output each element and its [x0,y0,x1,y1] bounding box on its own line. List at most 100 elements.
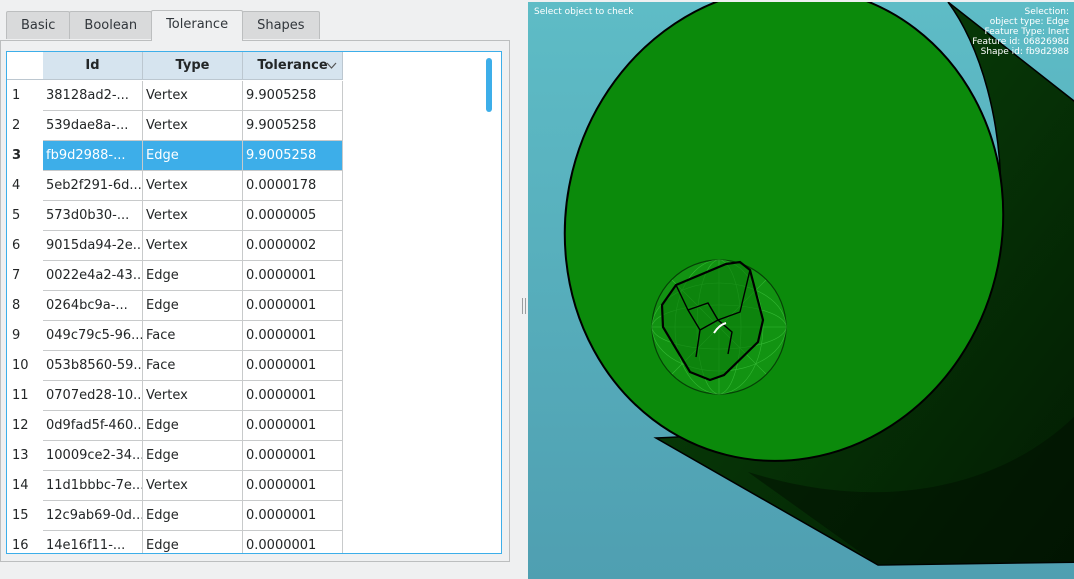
column-header-type[interactable]: Type [143,52,243,80]
cell-type[interactable]: Face [143,351,243,381]
tab-shapes[interactable]: Shapes [242,11,320,39]
cell-type[interactable]: Edge [143,141,243,171]
cell-tolerance[interactable]: 0.0000001 [243,531,343,553]
table-row[interactable]: 11 0707ed28-10... Vertex 0.0000001 [7,381,343,411]
cell-id[interactable]: 0707ed28-10... [43,381,143,411]
cell-id[interactable]: 5eb2f291-6d... [43,171,143,201]
cell-type[interactable]: Vertex [143,81,243,111]
table-row[interactable]: 14 11d1bbbc-7e... Vertex 0.0000001 [7,471,343,501]
splitter-handle[interactable] [520,0,528,579]
cell-tolerance[interactable]: 0.0000001 [243,291,343,321]
row-number[interactable]: 7 [7,261,43,291]
cell-tolerance[interactable]: 0.0000002 [243,231,343,261]
table-row[interactable]: 1 38128ad2-... Vertex 9.9005258 [7,81,343,111]
table-row[interactable]: 15 12c9ab69-0d... Edge 0.0000001 [7,501,343,531]
splitter-grip-icon [522,298,526,314]
cell-id[interactable]: 12c9ab69-0d... [43,501,143,531]
cell-tolerance[interactable]: 0.0000001 [243,471,343,501]
3d-scene[interactable] [528,2,1074,579]
table-row[interactable]: 3 fb9d2988-... Edge 9.9005258 [7,141,343,171]
cell-id[interactable]: 9015da94-2e... [43,231,143,261]
cell-tolerance[interactable]: 9.9005258 [243,111,343,141]
cell-tolerance[interactable]: 0.0000001 [243,441,343,471]
table-row[interactable]: 7 0022e4a2-43... Edge 0.0000001 [7,261,343,291]
cell-type[interactable]: Edge [143,501,243,531]
cell-id[interactable]: 38128ad2-... [43,81,143,111]
cell-id[interactable]: 0022e4a2-43... [43,261,143,291]
cell-id[interactable]: 11d1bbbc-7e... [43,471,143,501]
cell-tolerance[interactable]: 9.9005258 [243,81,343,111]
row-number[interactable]: 5 [7,201,43,231]
cell-type[interactable]: Vertex [143,471,243,501]
tab-boolean[interactable]: Boolean [69,11,153,39]
row-number[interactable]: 2 [7,111,43,141]
cell-tolerance[interactable]: 0.0000001 [243,351,343,381]
cell-tolerance[interactable]: 0.0000001 [243,411,343,441]
cell-type[interactable]: Vertex [143,381,243,411]
cell-type[interactable]: Edge [143,441,243,471]
row-number[interactable]: 15 [7,501,43,531]
column-header-id-label: Id [85,58,100,73]
table-row[interactable]: 13 10009ce2-34... Edge 0.0000001 [7,441,343,471]
cell-id[interactable]: 14e16f11-... [43,531,143,553]
cell-id[interactable]: 10009ce2-34... [43,441,143,471]
table-row[interactable]: 10 053b8560-59... Face 0.0000001 [7,351,343,381]
table-row[interactable]: 5 573d0b30-... Vertex 0.0000005 [7,201,343,231]
column-header-type-label: Type [175,58,210,73]
cell-type[interactable]: Face [143,321,243,351]
table-corner-header[interactable] [7,52,43,80]
row-number[interactable]: 3 [7,141,43,171]
cell-id[interactable]: 0264bc9a-... [43,291,143,321]
tab-basic[interactable]: Basic [6,11,71,39]
tolerance-table: Id Type Tolerance 1 38128ad2-... Vertex 9.9… [6,51,502,554]
cell-tolerance[interactable]: 0.0000001 [243,321,343,351]
row-number[interactable]: 11 [7,381,43,411]
table-row[interactable]: 4 5eb2f291-6d... Vertex 0.0000178 [7,171,343,201]
cell-type[interactable]: Vertex [143,231,243,261]
tab-tolerance[interactable]: Tolerance [151,10,244,41]
table-row[interactable]: 16 14e16f11-... Edge 0.0000001 [7,531,343,553]
row-number[interactable]: 4 [7,171,43,201]
cell-tolerance[interactable]: 0.0000005 [243,201,343,231]
3d-viewport[interactable]: Select object to check Selection: object… [528,2,1074,579]
table-row[interactable]: 6 9015da94-2e... Vertex 0.0000002 [7,231,343,261]
cell-tolerance[interactable]: 0.0000001 [243,381,343,411]
scrollbar-handle[interactable] [486,58,492,112]
cell-type[interactable]: Vertex [143,111,243,141]
row-number[interactable]: 16 [7,531,43,553]
row-number[interactable]: 12 [7,411,43,441]
cell-type[interactable]: Vertex [143,201,243,231]
cell-tolerance[interactable]: 0.0000178 [243,171,343,201]
row-number[interactable]: 9 [7,321,43,351]
column-header-tolerance[interactable]: Tolerance [243,52,343,80]
row-number[interactable]: 13 [7,441,43,471]
cell-id[interactable]: fb9d2988-... [43,141,143,171]
cell-id[interactable]: 053b8560-59... [43,351,143,381]
cell-tolerance[interactable]: 0.0000001 [243,261,343,291]
selection-info-line: Shape id: fb9d2988 [980,47,1069,57]
cell-type[interactable]: Edge [143,291,243,321]
row-number[interactable]: 10 [7,351,43,381]
cell-tolerance[interactable]: 9.9005258 [243,141,343,171]
row-number[interactable]: 1 [7,81,43,111]
cell-type[interactable]: Vertex [143,171,243,201]
table-row[interactable]: 8 0264bc9a-... Edge 0.0000001 [7,291,343,321]
row-number[interactable]: 6 [7,231,43,261]
selection-info-line: object type: Edge [989,17,1069,27]
selection-info-line: Feature id: 0682698d [972,37,1069,47]
vertical-scrollbar[interactable] [482,54,496,552]
row-number[interactable]: 14 [7,471,43,501]
column-header-id[interactable]: Id [43,52,143,80]
table-row[interactable]: 2 539dae8a-... Vertex 9.9005258 [7,111,343,141]
cell-id[interactable]: 573d0b30-... [43,201,143,231]
cell-tolerance[interactable]: 0.0000001 [243,501,343,531]
table-row[interactable]: 9 049c79c5-96... Face 0.0000001 [7,321,343,351]
cell-id[interactable]: 0d9fad5f-460... [43,411,143,441]
cell-type[interactable]: Edge [143,531,243,553]
row-number[interactable]: 8 [7,291,43,321]
cell-type[interactable]: Edge [143,411,243,441]
cell-type[interactable]: Edge [143,261,243,291]
cell-id[interactable]: 049c79c5-96... [43,321,143,351]
cell-id[interactable]: 539dae8a-... [43,111,143,141]
table-row[interactable]: 12 0d9fad5f-460... Edge 0.0000001 [7,411,343,441]
